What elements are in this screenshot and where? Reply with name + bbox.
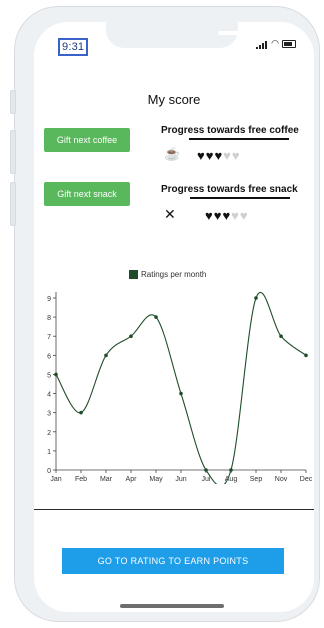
phone-notch xyxy=(106,22,288,48)
x-tick-label: Dec xyxy=(300,476,313,483)
home-indicator xyxy=(120,604,224,608)
heart-empty-icon: ♥ xyxy=(231,148,241,163)
legend-swatch xyxy=(129,270,138,279)
x-tick-label: Nov xyxy=(275,476,288,483)
coffee-progress-underline xyxy=(189,138,289,140)
x-tick-label: May xyxy=(149,476,163,483)
data-point xyxy=(154,315,158,319)
camera-icon xyxy=(277,26,288,37)
go-to-rating-button[interactable]: GO TO RATING TO EARN POINTS xyxy=(62,548,284,574)
data-point xyxy=(229,468,233,472)
snack-progress-label: Progress towards free snack xyxy=(161,184,298,195)
gift-snack-button[interactable]: Gift next snack xyxy=(44,182,130,206)
x-tick-label: Apr xyxy=(126,476,138,483)
y-tick-label: 2 xyxy=(47,430,51,437)
battery-icon xyxy=(282,39,296,48)
data-point xyxy=(104,353,108,358)
chart-legend: Ratings per month xyxy=(129,270,206,279)
heart-empty-icon: ♥ xyxy=(231,208,240,223)
coffee-cup-icon: ☕ xyxy=(164,146,181,161)
coffee-progress-hearts: ♥♥♥♥♥ xyxy=(197,148,241,163)
gift-coffee-button[interactable]: Gift next coffee xyxy=(44,128,130,152)
heart-filled-icon: ♥ xyxy=(197,148,206,163)
signal-icon xyxy=(256,39,268,49)
speaker-icon xyxy=(218,31,254,35)
y-tick-label: 3 xyxy=(47,411,51,418)
status-icons: ◠ xyxy=(256,38,296,49)
data-point xyxy=(304,353,308,358)
y-tick-label: 7 xyxy=(47,334,51,341)
section-divider xyxy=(34,509,314,510)
x-tick-label: Sep xyxy=(250,476,263,483)
snack-progress-hearts: ♥♥♥♥♥ xyxy=(205,208,249,223)
y-tick-label: 4 xyxy=(47,392,51,399)
heart-filled-icon: ♥ xyxy=(205,208,214,223)
utensils-icon: ✕ xyxy=(164,206,176,222)
data-point xyxy=(279,334,283,339)
x-tick-label: Feb xyxy=(75,476,87,483)
heart-filled-icon: ♥ xyxy=(222,208,232,223)
data-point xyxy=(254,296,258,300)
x-tick-label: Jan xyxy=(50,476,61,483)
coffee-progress-label: Progress towards free coffee xyxy=(161,125,299,136)
y-tick-label: 8 xyxy=(47,315,51,322)
y-tick-label: 0 xyxy=(47,468,51,475)
data-point xyxy=(129,334,133,339)
x-tick-label: Mar xyxy=(100,476,113,483)
app-screen: 9:31 ◠ My score Gift next coffee Progres… xyxy=(34,22,314,612)
y-tick-label: 5 xyxy=(47,372,51,379)
y-tick-label: 6 xyxy=(47,353,51,360)
ratings-line-chart: 0123456789Jan Feb Mar Apr May Jun Jul Aug Sep Nov… xyxy=(47,291,313,484)
phone-side-button xyxy=(10,90,16,114)
heart-empty-icon: ♥ xyxy=(223,148,232,163)
wifi-icon: ◠ xyxy=(271,38,279,48)
page-title: My score xyxy=(147,92,201,107)
y-tick-label: 1 xyxy=(47,449,51,456)
series-line-ratings xyxy=(55,291,307,484)
phone-side-button xyxy=(10,182,16,226)
x-tick-label: Jul xyxy=(202,476,211,483)
x-tick-label: Jun xyxy=(175,476,186,483)
snack-progress-underline xyxy=(190,197,290,199)
legend-label: Ratings per month xyxy=(141,270,207,279)
y-tick-label: 9 xyxy=(47,296,51,303)
heart-empty-icon: ♥ xyxy=(239,208,249,223)
heart-filled-icon: ♥ xyxy=(214,148,224,163)
status-time: 9:31 xyxy=(58,38,89,56)
data-point xyxy=(179,391,183,396)
data-point xyxy=(54,372,58,377)
phone-side-button xyxy=(10,130,16,174)
data-point xyxy=(79,410,83,415)
data-point xyxy=(204,468,208,472)
